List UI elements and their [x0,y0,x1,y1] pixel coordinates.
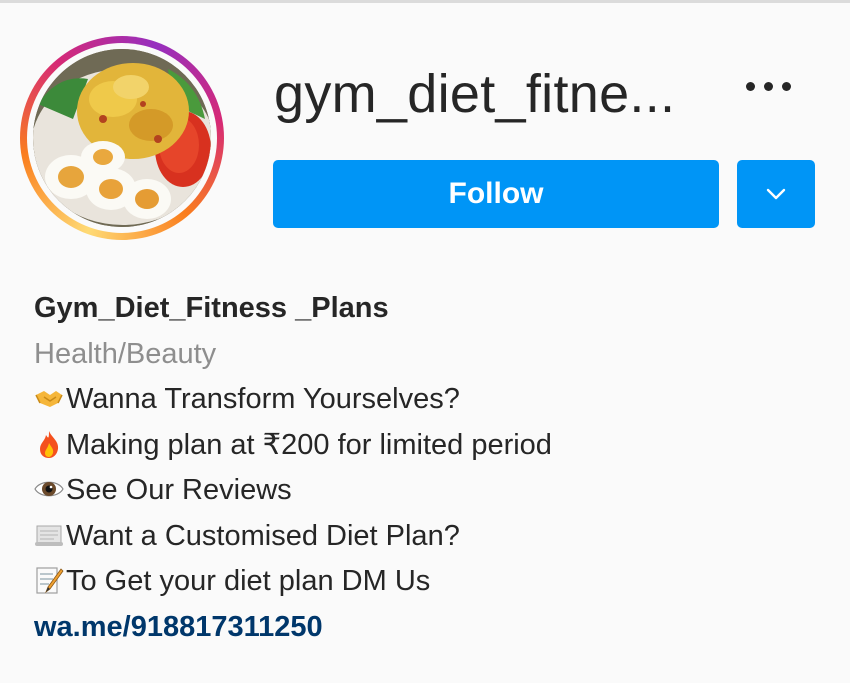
fire-icon [40,430,59,458]
chevron-down-icon [766,188,786,200]
eye-icon [34,481,64,497]
scroll-icon [35,525,63,546]
profile-full-name: Gym_Diet_Fitness _Plans [34,292,389,324]
more-options-icon-dot [782,82,791,91]
bio-line: See Our Reviews [34,468,814,514]
memo-icon [36,567,64,594]
bio-line-text: Wanna Transform Yourselves? [66,383,460,415]
profile-bio: Gym_Diet_Fitness _Plans Health/Beauty Wa… [34,286,814,650]
story-ring[interactable] [20,36,224,240]
bio-line: To Get your diet plan DM Us [34,559,814,605]
profile-website-link[interactable]: wa.me/918817311250 [34,605,814,651]
bio-line: Wanna Transform Yourselves? [34,377,814,423]
follow-button[interactable]: Follow [273,160,719,228]
bio-line: Want a Customised Diet Plan? [34,514,814,560]
profile-category: Health/Beauty [34,337,217,370]
handshake-icon [35,391,63,407]
avatar-food-image [33,49,211,227]
top-divider [0,0,850,3]
profile-username: gym_diet_fitne... [274,64,676,124]
more-options-icon-dot [764,82,773,91]
bio-line-text: Want a Customised Diet Plan? [66,519,460,552]
avatar[interactable] [33,49,211,227]
more-options-icon [746,82,755,91]
more-options-button[interactable] [744,72,798,108]
bio-line-text: Making plan at ₹200 for limited period [66,428,552,461]
bio-line-text: To Get your diet plan DM Us [66,565,431,597]
bio-line-text: See Our Reviews [66,474,292,506]
suggested-accounts-button[interactable] [737,160,815,228]
bio-line: Making plan at ₹200 for limited period [34,423,814,469]
